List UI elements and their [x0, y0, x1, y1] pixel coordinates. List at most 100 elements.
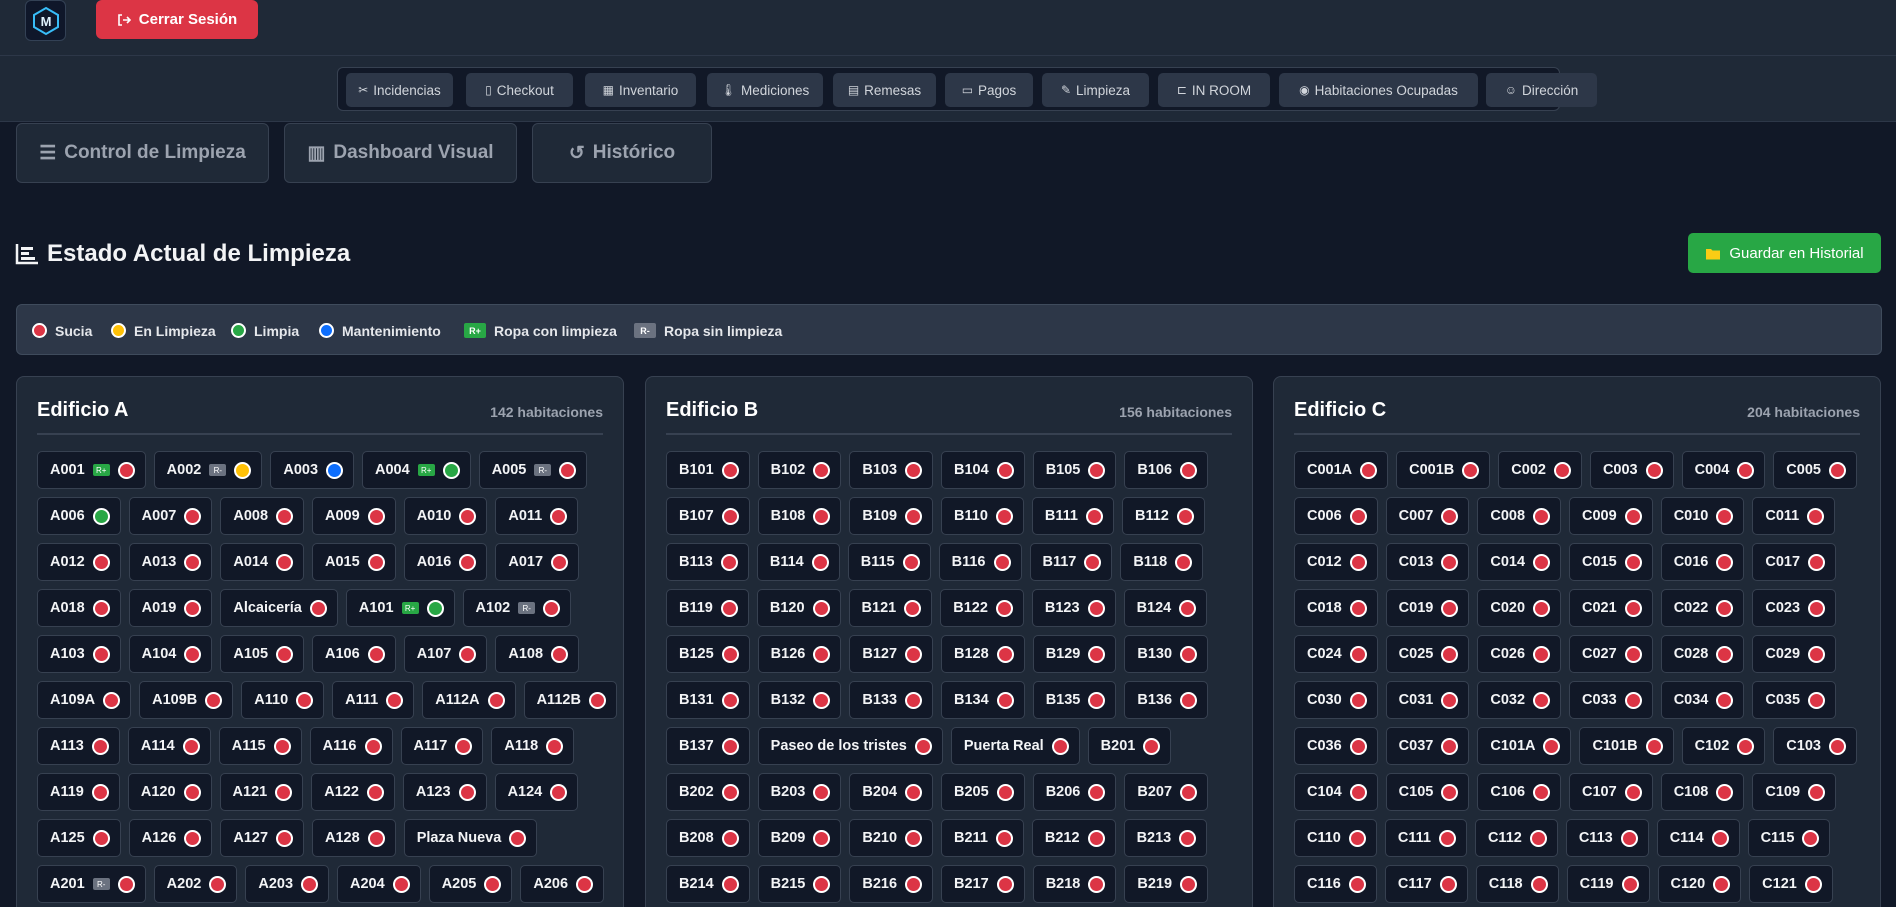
save-history-button[interactable]: Guardar en Historial	[1688, 233, 1881, 273]
room-card[interactable]: B132	[757, 681, 842, 719]
room-card[interactable]: C033	[1569, 681, 1653, 719]
room-card[interactable]: B118	[1120, 543, 1204, 581]
room-card[interactable]: C020	[1477, 589, 1562, 627]
room-card[interactable]: C014	[1477, 543, 1562, 581]
room-card[interactable]: A108	[495, 635, 580, 673]
room-card[interactable]: A014	[220, 543, 305, 581]
room-card[interactable]: A118	[491, 727, 575, 765]
room-card[interactable]: A113	[37, 727, 120, 765]
room-card[interactable]: C008	[1477, 497, 1562, 535]
room-card[interactable]: A120	[127, 773, 212, 811]
room-card[interactable]: C010	[1660, 497, 1745, 535]
room-card[interactable]: B205	[941, 773, 1025, 811]
room-card[interactable]: C006	[1294, 497, 1378, 535]
room-card[interactable]: B128	[941, 635, 1025, 673]
room-card[interactable]: A107	[403, 635, 488, 673]
room-card[interactable]: A106	[312, 635, 396, 673]
room-card[interactable]: B137	[666, 727, 750, 765]
room-card[interactable]: C012	[1294, 543, 1378, 581]
room-card[interactable]: B110	[941, 497, 1024, 535]
nav-incidencias[interactable]: ✂ Incidencias	[346, 73, 453, 107]
room-card[interactable]: C001A	[1294, 451, 1389, 489]
room-card[interactable]: C031	[1385, 681, 1470, 719]
room-card[interactable]: A109A	[37, 681, 132, 719]
room-card[interactable]: B214	[666, 865, 750, 903]
room-card[interactable]: C037	[1385, 727, 1470, 765]
room-card[interactable]: A001 R+	[37, 451, 146, 489]
room-card[interactable]: B212	[1031, 819, 1116, 857]
room-card[interactable]: A201 R-	[37, 865, 146, 903]
room-card[interactable]: A202	[153, 865, 238, 903]
room-card[interactable]: A004 R+	[362, 451, 471, 489]
room-card[interactable]: B207	[1124, 773, 1209, 811]
room-card[interactable]: A128	[312, 819, 396, 857]
app-logo[interactable]: M	[25, 0, 66, 41]
room-card[interactable]: A126	[128, 819, 213, 857]
room-card[interactable]: C106	[1477, 773, 1562, 811]
room-card[interactable]: B116	[938, 543, 1022, 581]
room-card[interactable]: C025	[1385, 635, 1470, 673]
room-card[interactable]: B133	[849, 681, 934, 719]
logout-button[interactable]: Cerrar Sesión	[96, 0, 258, 39]
room-card[interactable]: B210	[849, 819, 934, 857]
room-card[interactable]: B126	[757, 635, 842, 673]
room-card[interactable]: C001B	[1396, 451, 1491, 489]
room-card[interactable]: C107	[1569, 773, 1653, 811]
nav-inventario[interactable]: ▦ Inventario	[585, 73, 696, 107]
room-card[interactable]: A012	[37, 543, 121, 581]
room-card[interactable]: B107	[666, 497, 750, 535]
room-card[interactable]: A203	[245, 865, 330, 903]
room-card[interactable]: C035	[1752, 681, 1837, 719]
room-card[interactable]: C018	[1294, 589, 1378, 627]
room-card[interactable]: C101A	[1477, 727, 1572, 765]
room-card[interactable]: A206	[520, 865, 605, 903]
room-card[interactable]: B204	[849, 773, 934, 811]
room-card[interactable]: A009	[312, 497, 396, 535]
room-card[interactable]: C022	[1660, 589, 1745, 627]
room-card[interactable]: A109B	[139, 681, 234, 719]
room-card[interactable]: C005	[1773, 451, 1857, 489]
room-card[interactable]: C121	[1749, 865, 1833, 903]
room-card[interactable]: C117	[1384, 865, 1468, 903]
room-card[interactable]: C109	[1752, 773, 1837, 811]
room-card[interactable]: B108	[757, 497, 842, 535]
nav-mediciones[interactable]: 🌡 Mediciones	[707, 73, 823, 107]
room-card[interactable]: B134	[941, 681, 1025, 719]
room-card[interactable]: Plaza Nueva	[403, 819, 538, 857]
room-card[interactable]: A005 R-	[478, 451, 588, 489]
room-card[interactable]: C114	[1656, 819, 1740, 857]
room-card[interactable]: C011	[1752, 497, 1836, 535]
room-card[interactable]: C032	[1477, 681, 1562, 719]
room-card[interactable]: C113	[1565, 819, 1649, 857]
room-card[interactable]: B121	[848, 589, 933, 627]
room-card[interactable]: A121	[219, 773, 304, 811]
room-card[interactable]: B206	[1032, 773, 1117, 811]
room-card[interactable]: B215	[757, 865, 842, 903]
room-card[interactable]: B103	[849, 451, 934, 489]
room-card[interactable]: A114	[127, 727, 211, 765]
room-card[interactable]: A204	[337, 865, 421, 903]
room-card[interactable]: B218	[1032, 865, 1117, 903]
room-card[interactable]: A123	[402, 773, 487, 811]
room-card[interactable]: A104	[128, 635, 213, 673]
room-card[interactable]: A015	[312, 543, 396, 581]
tab-dashboard-visual[interactable]: ▥ Dashboard Visual	[284, 123, 517, 183]
room-card[interactable]: A125	[37, 819, 121, 857]
room-card[interactable]: C104	[1294, 773, 1378, 811]
room-card[interactable]: B125	[666, 635, 750, 673]
tab-historico[interactable]: ↺ Histórico	[532, 123, 712, 183]
nav-checkout[interactable]: ▯ Checkout	[466, 73, 573, 107]
room-card[interactable]: A110	[241, 681, 325, 719]
room-card[interactable]: C111	[1384, 819, 1467, 857]
room-card[interactable]: C016	[1660, 543, 1745, 581]
room-card[interactable]: A102 R-	[462, 589, 572, 627]
room-card[interactable]: C028	[1660, 635, 1745, 673]
room-card[interactable]: A016	[403, 543, 488, 581]
room-card[interactable]: C026	[1477, 635, 1562, 673]
room-card[interactable]: B102	[757, 451, 842, 489]
room-card[interactable]: Alcaicería	[220, 589, 338, 627]
room-card[interactable]: A112B	[523, 681, 617, 719]
room-card[interactable]: C015	[1569, 543, 1653, 581]
room-card[interactable]: B124	[1123, 589, 1208, 627]
room-card[interactable]: A124	[494, 773, 579, 811]
